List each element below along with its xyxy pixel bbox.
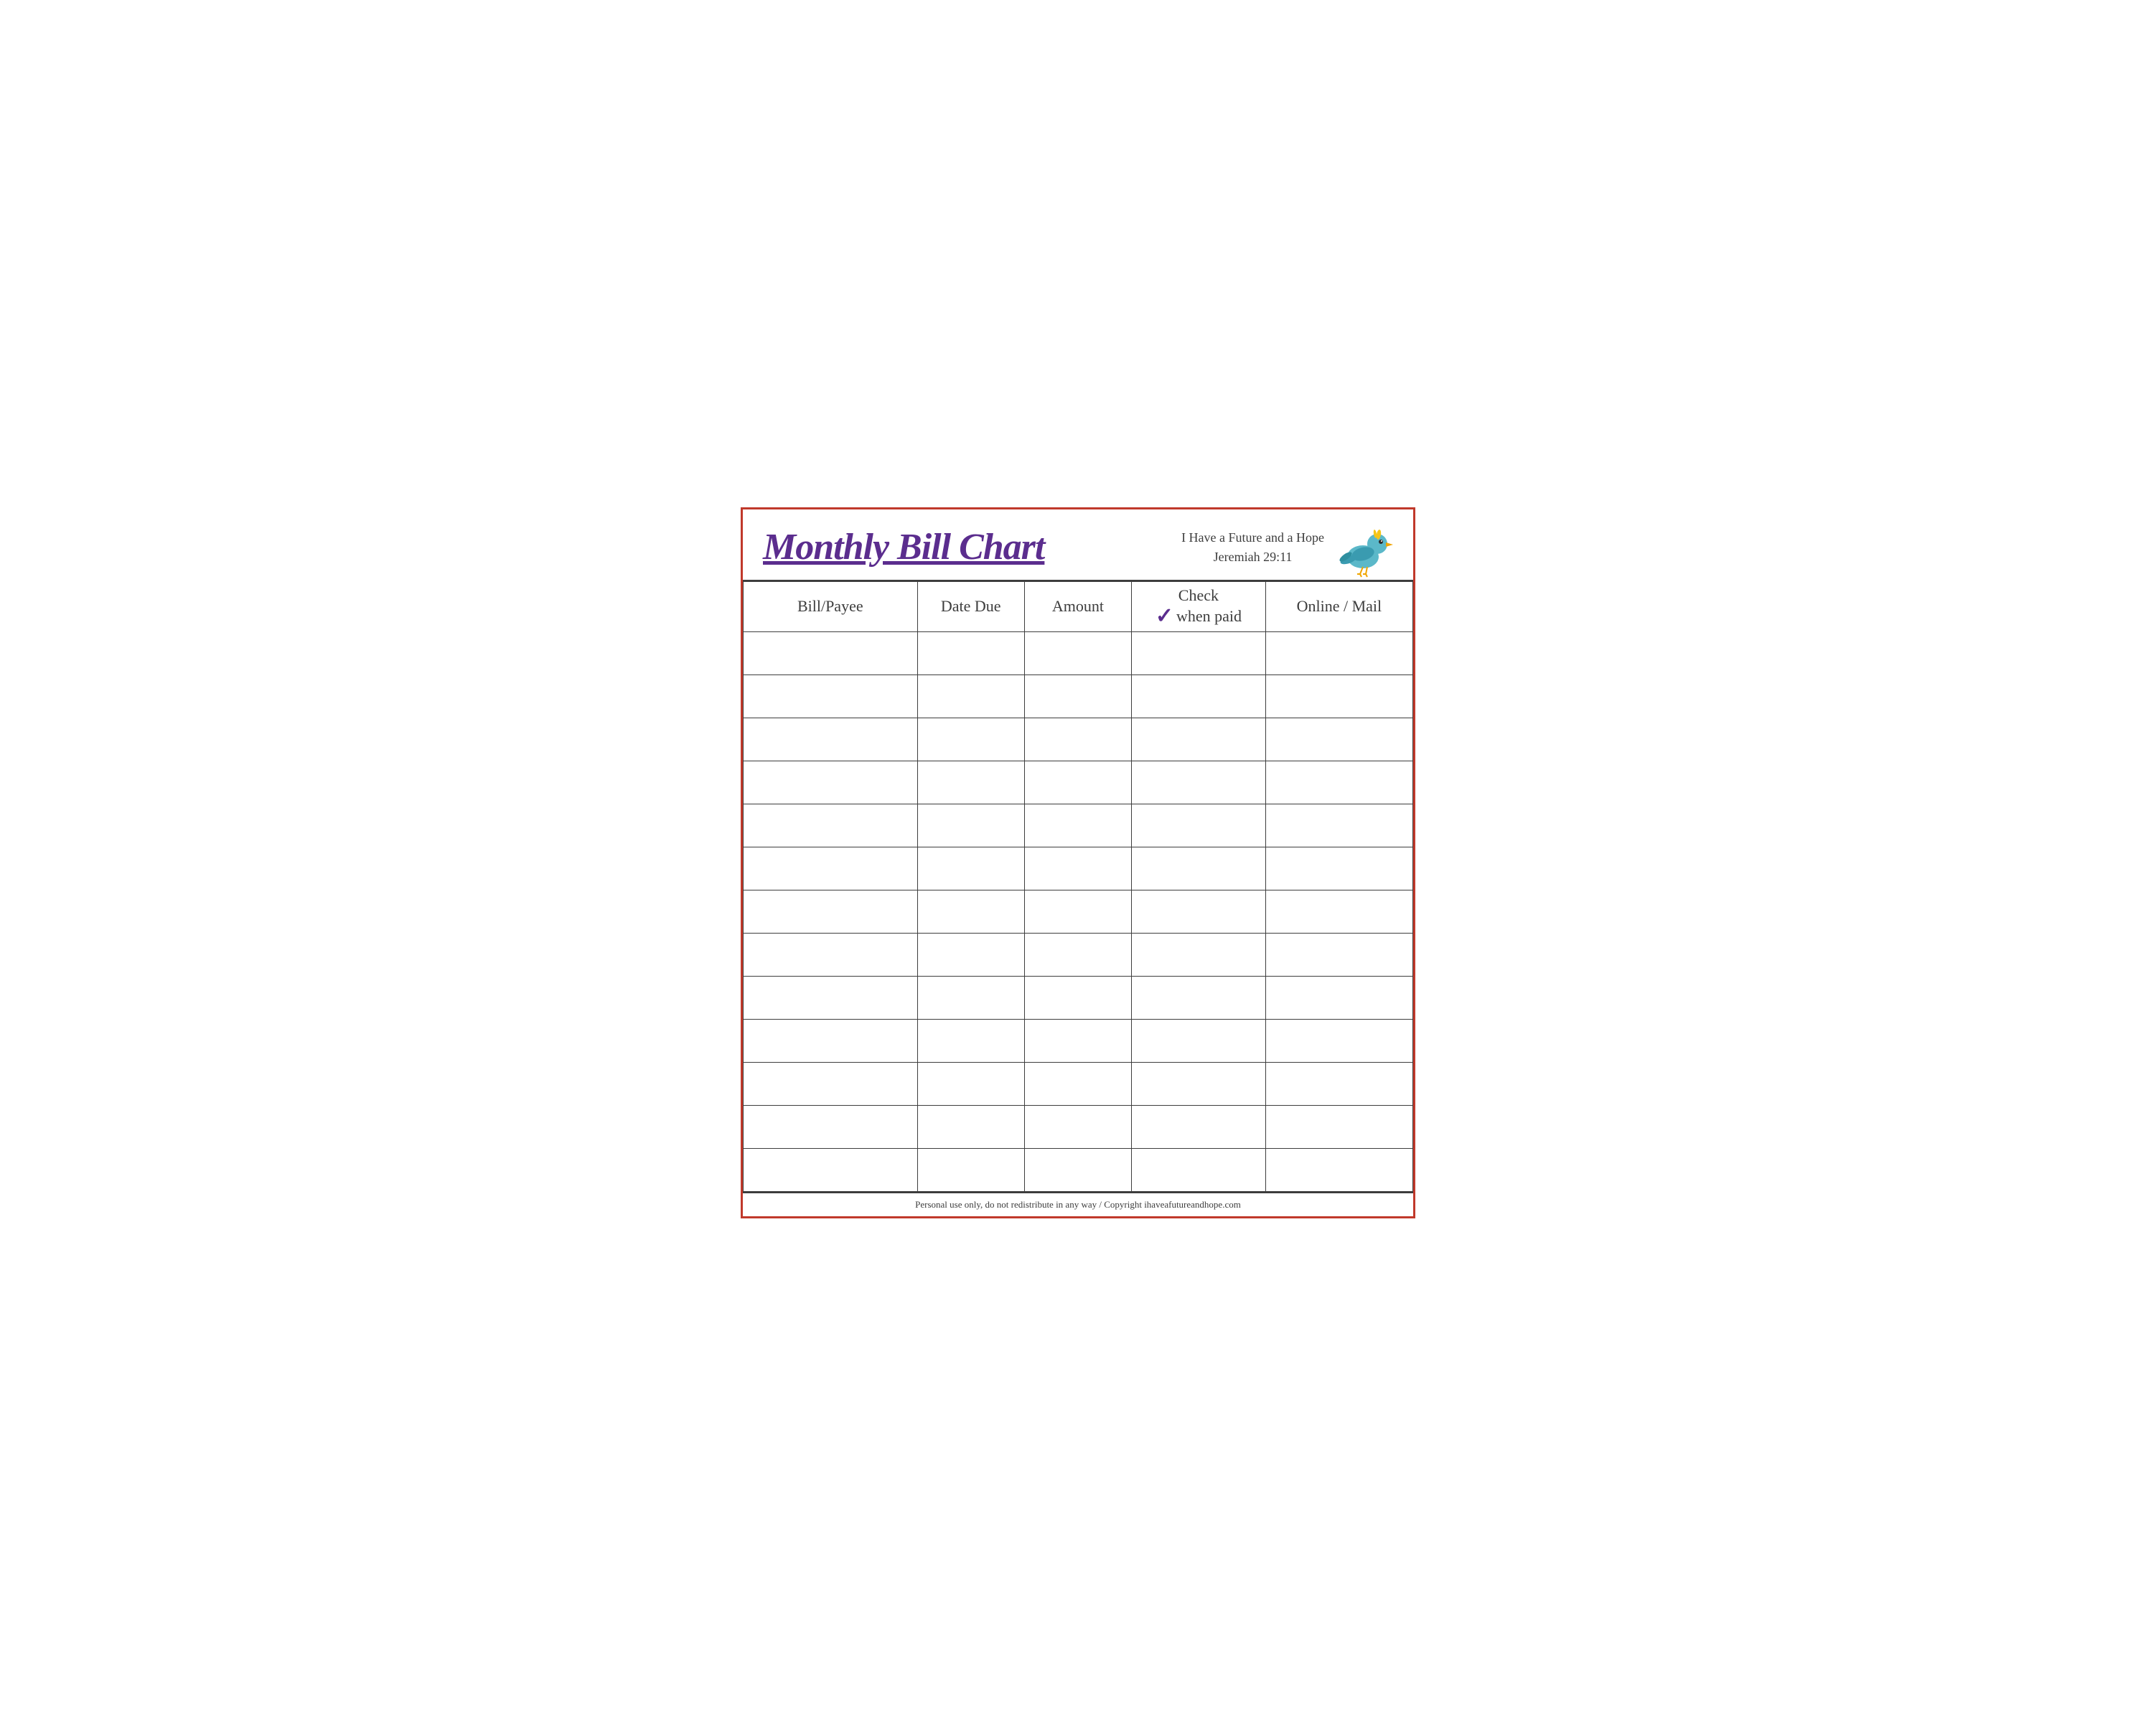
table-cell [917,804,1024,847]
table-cell [1132,933,1266,976]
table-cell [744,675,918,718]
table-cell [1265,1148,1412,1191]
table-row [744,1062,1413,1105]
table-cell [744,1148,918,1191]
table-cell [1024,933,1131,976]
table-cell [1024,761,1131,804]
table-row [744,847,1413,890]
table-cell [1132,1062,1266,1105]
table-cell [1024,675,1131,718]
table-cell [917,1019,1024,1062]
table-cell [1265,718,1412,761]
table-cell [917,761,1024,804]
table-cell [917,631,1024,675]
check-bottom-label: when paid [1176,606,1242,627]
table-row [744,1019,1413,1062]
table-cell [1024,890,1131,933]
table-cell [1265,1062,1412,1105]
table-cell [1024,1105,1131,1148]
table-cell [1132,976,1266,1019]
subtitle-text: I Have a Future and a Hope Jeremiah 29:1… [1181,528,1324,567]
table-cell [1132,1019,1266,1062]
table-cell [744,1105,918,1148]
header-right: I Have a Future and a Hope Jeremiah 29:1… [1181,522,1393,573]
table-row [744,718,1413,761]
table-cell [1265,976,1412,1019]
checkmark-symbol: ✓ [1156,606,1173,627]
subtitle-line1: I Have a Future and a Hope [1181,528,1324,547]
col-header-online: Online / Mail [1265,581,1412,631]
col-header-bill: Bill/Payee [744,581,918,631]
table-cell [917,847,1024,890]
page-container: Monthly Bill Chart I Have a Future and a… [741,507,1415,1218]
table-cell [1132,1105,1266,1148]
col-header-date: Date Due [917,581,1024,631]
table-cell [917,1062,1024,1105]
table-row [744,804,1413,847]
table-cell [1024,976,1131,1019]
table-cell [744,1019,918,1062]
table-cell [744,976,918,1019]
table-row [744,1148,1413,1191]
table-cell [1265,675,1412,718]
table-cell [744,890,918,933]
table-cell [917,675,1024,718]
table-cell [744,761,918,804]
table-cell [917,1105,1024,1148]
page-footer: Personal use only, do not redistribute i… [743,1192,1413,1216]
table-cell [744,933,918,976]
table-cell [1024,1062,1131,1105]
table-cell [1132,890,1266,933]
table-cell [744,718,918,761]
table-cell [1265,847,1412,890]
table-header-row: Bill/Payee Date Due Amount Check ✓ when … [744,581,1413,631]
table-row [744,675,1413,718]
table-cell [1132,718,1266,761]
table-cell [1132,631,1266,675]
table-cell [1265,890,1412,933]
table-cell [1265,804,1412,847]
table-row [744,1105,1413,1148]
page-header: Monthly Bill Chart I Have a Future and a… [743,509,1413,581]
page-title: Monthly Bill Chart [763,527,1044,568]
table-row [744,933,1413,976]
table-cell [1265,1105,1412,1148]
table-cell [744,1062,918,1105]
table-cell [917,933,1024,976]
table-cell [917,976,1024,1019]
table-cell [1024,804,1131,847]
table-cell [1132,804,1266,847]
table-cell [744,847,918,890]
table-cell [1265,933,1412,976]
table-cell [1024,718,1131,761]
table-cell [917,718,1024,761]
check-top-label: Check [1178,586,1219,606]
table-cell [744,631,918,675]
table-row [744,631,1413,675]
table-cell [1265,1019,1412,1062]
table-cell [1265,761,1412,804]
table-cell [1132,1148,1266,1191]
table-row [744,761,1413,804]
table-cell [1132,675,1266,718]
table-row [744,890,1413,933]
table-cell [917,1148,1024,1191]
col-header-check: Check ✓ when paid [1132,581,1266,631]
table-cell [1024,1019,1131,1062]
table-cell [1265,631,1412,675]
bill-table: Bill/Payee Date Due Amount Check ✓ when … [743,581,1413,1192]
table-cell [1024,847,1131,890]
subtitle-line2: Jeremiah 29:11 [1181,547,1324,567]
table-cell [917,890,1024,933]
bird-icon [1336,522,1393,573]
table-row [744,976,1413,1019]
table-cell [1132,847,1266,890]
table-cell [1024,631,1131,675]
table-cell [1132,761,1266,804]
footer-text: Personal use only, do not redistribute i… [915,1199,1241,1210]
table-cell [1024,1148,1131,1191]
table-cell [744,804,918,847]
col-header-amount: Amount [1024,581,1131,631]
